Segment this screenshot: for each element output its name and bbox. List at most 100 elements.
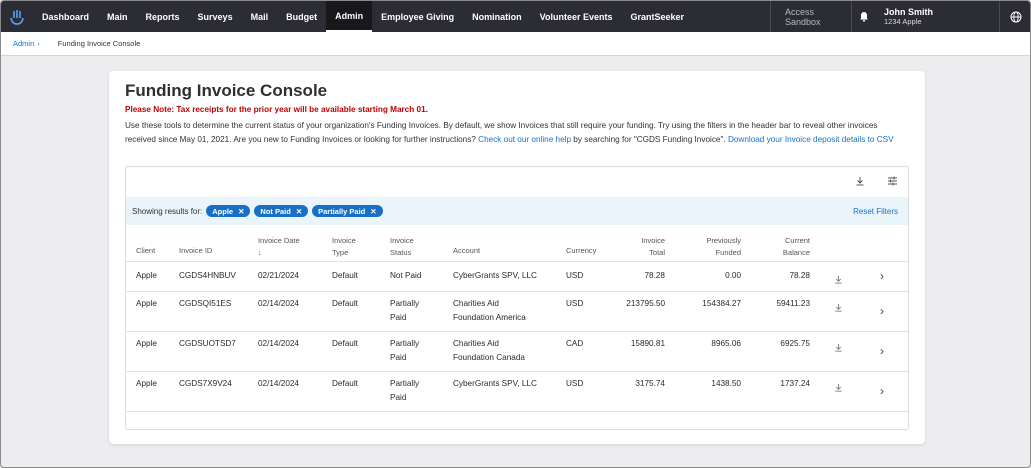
close-icon[interactable]: ✕ (238, 207, 244, 216)
cell-invoice-status: Partially Paid (390, 377, 419, 405)
invoice-table: Showing results for: Apple ✕ Not Paid ✕ Pa… (125, 166, 909, 430)
breadcrumb-current: Funding Invoice Console (57, 39, 141, 48)
nav-grantseeker[interactable]: GrantSeeker (621, 1, 693, 32)
filter-chip-label: Apple (212, 206, 234, 216)
chevron-right-icon[interactable]: › (880, 384, 884, 398)
breadcrumb: Admin › Funding Invoice Console (1, 32, 1030, 56)
nav-employee-giving[interactable]: Employee Giving (372, 1, 463, 32)
cell-account: Charities Aid Foundation America (453, 297, 526, 325)
nav-admin[interactable]: Admin (326, 1, 373, 32)
cell-invoice-type: Default (332, 299, 358, 308)
download-icon[interactable] (834, 379, 843, 397)
close-icon[interactable]: ✕ (370, 207, 376, 216)
user-org: 1234 Apple (884, 17, 922, 26)
col-invoice-id[interactable]: Invoice ID (179, 245, 212, 257)
page-title: Funding Invoice Console (125, 81, 328, 100)
col-invoice-status[interactable]: Invoice Status (390, 235, 414, 259)
chevron-right-icon[interactable]: › (880, 269, 884, 283)
logo-icon[interactable] (1, 1, 33, 32)
online-help-link[interactable]: Check out our online help (478, 135, 571, 144)
bell-icon[interactable] (852, 1, 876, 32)
cell-line-1: CyberGrants SPV, LLC (453, 379, 537, 388)
table-row[interactable]: Apple CGDSUOTSD7 02/14/2024 Default Part… (126, 331, 908, 371)
cell-line-1: Partially (390, 299, 420, 308)
col-label-line-1: Invoice (641, 236, 665, 245)
filter-chip-partially-paid[interactable]: Partially Paid ✕ (312, 205, 383, 217)
col-account[interactable]: Account (453, 245, 480, 257)
nav-dashboard[interactable]: Dashboard (33, 1, 98, 32)
filter-chip-apple[interactable]: Apple ✕ (206, 205, 251, 217)
col-client[interactable]: Client (136, 245, 155, 257)
breadcrumb-admin-link[interactable]: Admin (13, 39, 34, 48)
cell-account: CyberGrants SPV, LLC (453, 269, 537, 283)
description-text-2: by searching for "CGDS Funding Invoice". (571, 135, 728, 144)
cell-invoice-date: 02/21/2024 (258, 271, 299, 280)
cell-invoice-id: CGDS7X9V24 (179, 379, 232, 388)
col-previously-funded[interactable]: Previously Funded (686, 235, 741, 259)
cell-previously-funded: 1438.50 (711, 379, 741, 388)
cell-current-balance: 78.28 (789, 271, 811, 280)
cell-invoice-date: 02/14/2024 (258, 379, 299, 388)
download-csv-link[interactable]: Download your Invoice deposit details to… (728, 135, 894, 144)
table-footer-divider (126, 411, 908, 412)
cell-previously-funded: 8965.06 (711, 339, 741, 348)
col-currency[interactable]: Currency (566, 245, 596, 257)
cell-invoice-date: 02/14/2024 (258, 339, 299, 348)
cell-invoice-type: Default (332, 339, 358, 348)
download-icon[interactable] (834, 271, 843, 289)
nav-reports[interactable]: Reports (137, 1, 189, 32)
cell-line-2: Foundation America (453, 313, 526, 322)
cell-line-1: Not Paid (390, 271, 422, 280)
nav-main[interactable]: Main (98, 1, 137, 32)
table-row[interactable]: Apple CGDS7X9V24 02/14/2024 Default Part… (126, 371, 908, 411)
col-label-line-2: Type (332, 248, 349, 257)
nav-mail[interactable]: Mail (242, 1, 278, 32)
filter-chip-not-paid[interactable]: Not Paid ✕ (254, 205, 309, 217)
close-icon[interactable]: ✕ (296, 207, 302, 216)
nav-budget[interactable]: Budget (277, 1, 326, 32)
chevron-right-icon[interactable]: › (880, 344, 884, 358)
col-current-balance[interactable]: Current Balance (761, 235, 810, 259)
col-invoice-date[interactable]: Invoice Date ↓ (258, 235, 300, 259)
nav-nomination[interactable]: Nomination (463, 1, 531, 32)
cell-client: Apple (136, 299, 157, 308)
invoice-console-card: Funding Invoice Console Please Note: Tax… (109, 71, 925, 444)
download-icon[interactable] (844, 176, 876, 186)
user-name: John Smith (884, 7, 933, 17)
filter-settings-icon[interactable] (876, 176, 908, 186)
cell-invoice-total: 3175.74 (635, 379, 665, 388)
col-label-line-1: Invoice (390, 236, 414, 245)
cell-invoice-status: Partially Paid (390, 297, 419, 325)
user-menu[interactable]: John Smith 1234 Apple (876, 1, 999, 32)
tax-receipt-note: Please Note: Tax receipts for the prior … (125, 105, 428, 114)
cell-line-2: Paid (390, 313, 407, 322)
nav-volunteer-events[interactable]: Volunteer Events (531, 1, 622, 32)
cell-invoice-id: CGDS4HNBUV (179, 271, 236, 280)
cell-currency: USD (566, 379, 584, 388)
access-sandbox-button[interactable]: Access Sandbox (770, 1, 852, 32)
col-invoice-type[interactable]: Invoice Type (332, 235, 356, 259)
download-icon[interactable] (834, 339, 843, 357)
download-icon[interactable] (834, 299, 843, 317)
reset-filters-link[interactable]: Reset Filters (853, 207, 898, 216)
cell-invoice-id: CGDSUOTSD7 (179, 339, 236, 348)
cell-line-1: CyberGrants SPV, LLC (453, 271, 537, 280)
globe-icon[interactable] (999, 1, 1030, 32)
cell-line-1: Charities Aid (453, 299, 499, 308)
table-header: Client Invoice ID Invoice Date ↓ Invoice… (126, 231, 908, 263)
cell-invoice-total: 78.28 (644, 271, 666, 280)
nav-surveys[interactable]: Surveys (189, 1, 242, 32)
cell-account: CyberGrants SPV, LLC (453, 377, 537, 391)
col-label-line-2: Status (390, 248, 412, 257)
col-label-line-1: Current (784, 236, 810, 245)
col-label-line-2: Total (649, 248, 665, 257)
chevron-right-icon[interactable]: › (880, 304, 884, 318)
cell-previously-funded: 0.00 (725, 271, 741, 280)
app-frame: Dashboard Main Reports Surveys Mail Budg… (0, 0, 1031, 468)
col-invoice-total[interactable]: Invoice Total (616, 235, 665, 259)
table-row[interactable]: Apple CGDSQI51ES 02/14/2024 Default Part… (126, 291, 908, 331)
table-row[interactable]: Apple CGDS4HNBUV 02/21/2024 Default Not … (126, 261, 908, 291)
cell-line-2: Paid (390, 353, 407, 362)
cell-invoice-status: Not Paid (390, 269, 421, 283)
cell-invoice-type: Default (332, 379, 358, 388)
